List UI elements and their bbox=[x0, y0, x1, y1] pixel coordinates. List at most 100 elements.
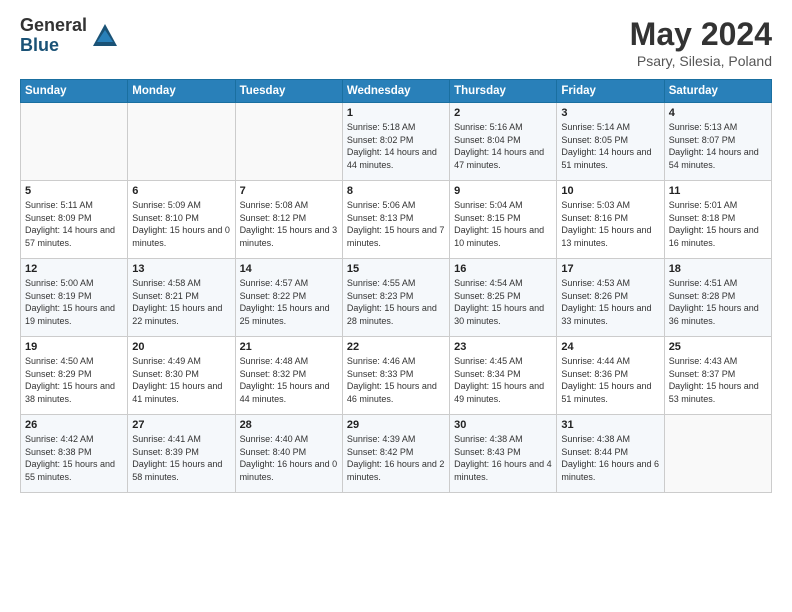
day-info: Sunrise: 4:38 AMSunset: 8:44 PMDaylight:… bbox=[561, 433, 659, 483]
header-monday: Monday bbox=[128, 80, 235, 103]
day-number: 13 bbox=[132, 263, 230, 275]
day-number: 25 bbox=[669, 341, 767, 353]
day-info: Sunrise: 5:08 AMSunset: 8:12 PMDaylight:… bbox=[240, 199, 338, 249]
day-cell: 5Sunrise: 5:11 AMSunset: 8:09 PMDaylight… bbox=[21, 181, 128, 259]
day-number: 24 bbox=[561, 341, 659, 353]
day-info: Sunrise: 5:01 AMSunset: 8:18 PMDaylight:… bbox=[669, 199, 767, 249]
day-number: 16 bbox=[454, 263, 552, 275]
day-info: Sunrise: 4:50 AMSunset: 8:29 PMDaylight:… bbox=[25, 355, 123, 405]
day-cell: 26 Sunrise: 4:42 AMSunset: 8:38 PMDayligh… bbox=[21, 415, 128, 493]
header-wednesday: Wednesday bbox=[342, 80, 449, 103]
day-number: 29 bbox=[347, 419, 445, 431]
day-info: Sunrise: 5:00 AMSunset: 8:19 PMDaylight:… bbox=[25, 277, 123, 327]
day-info: Sunrise: 4:53 AMSunset: 8:26 PMDaylight:… bbox=[561, 277, 659, 327]
day-number: 7 bbox=[240, 185, 338, 197]
day-info: Sunrise: 4:45 AMSunset: 8:34 PMDaylight:… bbox=[454, 355, 552, 405]
day-number: 21 bbox=[240, 341, 338, 353]
day-cell: 22Sunrise: 4:46 AMSunset: 8:33 PMDayligh… bbox=[342, 337, 449, 415]
day-info: Sunrise: 4:38 AMSunset: 8:43 PMDaylight:… bbox=[454, 433, 552, 483]
day-info: Sunrise: 4:55 AMSunset: 8:23 PMDaylight:… bbox=[347, 277, 445, 327]
page-header: General Blue May 2024 Psary, Silesia, Po… bbox=[20, 16, 772, 69]
day-cell: 8 Sunrise: 5:06 AMSunset: 8:13 PMDaylight… bbox=[342, 181, 449, 259]
day-cell: 4Sunrise: 5:13 AMSunset: 8:07 PMDaylight… bbox=[664, 103, 771, 181]
header-tuesday: Tuesday bbox=[235, 80, 342, 103]
day-info: Sunrise: 5:09 AMSunset: 8:10 PMDaylight:… bbox=[132, 199, 230, 249]
header-sunday: Sunday bbox=[21, 80, 128, 103]
day-number: 19 bbox=[25, 341, 123, 353]
day-number: 27 bbox=[132, 419, 230, 431]
day-number: 31 bbox=[561, 419, 659, 431]
day-cell: 1 Sunrise: 5:18 AMSunset: 8:02 PMDaylight… bbox=[342, 103, 449, 181]
day-number: 15 bbox=[347, 263, 445, 275]
day-number: 22 bbox=[347, 341, 445, 353]
day-number: 28 bbox=[240, 419, 338, 431]
day-info: Sunrise: 4:42 AMSunset: 8:38 PMDaylight:… bbox=[25, 433, 123, 483]
day-info: Sunrise: 4:43 AMSunset: 8:37 PMDaylight:… bbox=[669, 355, 767, 405]
day-cell bbox=[128, 103, 235, 181]
day-cell: 7 Sunrise: 5:08 AMSunset: 8:12 PMDaylight… bbox=[235, 181, 342, 259]
day-info: Sunrise: 5:18 AMSunset: 8:02 PMDaylight:… bbox=[347, 121, 445, 171]
day-info: Sunrise: 4:39 AMSunset: 8:42 PMDaylight:… bbox=[347, 433, 445, 483]
day-info: Sunrise: 4:41 AMSunset: 8:39 PMDaylight:… bbox=[132, 433, 230, 483]
day-info: Sunrise: 5:04 AMSunset: 8:15 PMDaylight:… bbox=[454, 199, 552, 249]
day-cell: 3Sunrise: 5:14 AMSunset: 8:05 PMDaylight… bbox=[557, 103, 664, 181]
day-cell: 16 Sunrise: 4:54 AMSunset: 8:25 PMDayligh… bbox=[450, 259, 557, 337]
day-number: 3 bbox=[561, 107, 659, 119]
day-cell: 29 Sunrise: 4:39 AMSunset: 8:42 PMDayligh… bbox=[342, 415, 449, 493]
day-cell: 2 Sunrise: 5:16 AMSunset: 8:04 PMDaylight… bbox=[450, 103, 557, 181]
day-number: 26 bbox=[25, 419, 123, 431]
week-row-4: 19 Sunrise: 4:50 AMSunset: 8:29 PMDayligh… bbox=[21, 337, 772, 415]
title-area: May 2024 Psary, Silesia, Poland bbox=[630, 16, 772, 69]
day-cell: 20 Sunrise: 4:49 AMSunset: 8:30 PMDayligh… bbox=[128, 337, 235, 415]
logo-text: General Blue bbox=[20, 16, 87, 56]
day-cell: 12Sunrise: 5:00 AMSunset: 8:19 PMDayligh… bbox=[21, 259, 128, 337]
main-title: May 2024 bbox=[630, 16, 772, 53]
day-number: 18 bbox=[669, 263, 767, 275]
day-number: 8 bbox=[347, 185, 445, 197]
calendar-page: General Blue May 2024 Psary, Silesia, Po… bbox=[0, 0, 792, 612]
day-info: Sunrise: 5:03 AMSunset: 8:16 PMDaylight:… bbox=[561, 199, 659, 249]
week-row-3: 12Sunrise: 5:00 AMSunset: 8:19 PMDayligh… bbox=[21, 259, 772, 337]
week-row-1: 1 Sunrise: 5:18 AMSunset: 8:02 PMDaylight… bbox=[21, 103, 772, 181]
day-number: 9 bbox=[454, 185, 552, 197]
day-cell: 23Sunrise: 4:45 AMSunset: 8:34 PMDayligh… bbox=[450, 337, 557, 415]
logo: General Blue bbox=[20, 16, 119, 56]
header-saturday: Saturday bbox=[664, 80, 771, 103]
day-cell bbox=[235, 103, 342, 181]
day-cell: 31 Sunrise: 4:38 AMSunset: 8:44 PMDayligh… bbox=[557, 415, 664, 493]
day-cell bbox=[664, 415, 771, 493]
logo-blue: Blue bbox=[20, 36, 87, 56]
day-cell: 9 Sunrise: 5:04 AMSunset: 8:15 PMDaylight… bbox=[450, 181, 557, 259]
day-cell: 15 Sunrise: 4:55 AMSunset: 8:23 PMDayligh… bbox=[342, 259, 449, 337]
day-info: Sunrise: 4:51 AMSunset: 8:28 PMDaylight:… bbox=[669, 277, 767, 327]
day-number: 4 bbox=[669, 107, 767, 119]
day-number: 14 bbox=[240, 263, 338, 275]
day-info: Sunrise: 4:58 AMSunset: 8:21 PMDaylight:… bbox=[132, 277, 230, 327]
day-number: 10 bbox=[561, 185, 659, 197]
logo-icon bbox=[91, 22, 119, 50]
day-info: Sunrise: 5:11 AMSunset: 8:09 PMDaylight:… bbox=[25, 199, 123, 249]
day-info: Sunrise: 4:49 AMSunset: 8:30 PMDaylight:… bbox=[132, 355, 230, 405]
day-info: Sunrise: 4:40 AMSunset: 8:40 PMDaylight:… bbox=[240, 433, 338, 483]
week-row-2: 5Sunrise: 5:11 AMSunset: 8:09 PMDaylight… bbox=[21, 181, 772, 259]
day-cell: 28 Sunrise: 4:40 AMSunset: 8:40 PMDayligh… bbox=[235, 415, 342, 493]
day-number: 2 bbox=[454, 107, 552, 119]
day-number: 30 bbox=[454, 419, 552, 431]
day-info: Sunrise: 4:57 AMSunset: 8:22 PMDaylight:… bbox=[240, 277, 338, 327]
day-number: 20 bbox=[132, 341, 230, 353]
day-cell: 19 Sunrise: 4:50 AMSunset: 8:29 PMDayligh… bbox=[21, 337, 128, 415]
day-number: 6 bbox=[132, 185, 230, 197]
day-cell: 27 Sunrise: 4:41 AMSunset: 8:39 PMDayligh… bbox=[128, 415, 235, 493]
day-cell: 21 Sunrise: 4:48 AMSunset: 8:32 PMDayligh… bbox=[235, 337, 342, 415]
day-cell bbox=[21, 103, 128, 181]
day-number: 11 bbox=[669, 185, 767, 197]
day-number: 1 bbox=[347, 107, 445, 119]
day-info: Sunrise: 5:06 AMSunset: 8:13 PMDaylight:… bbox=[347, 199, 445, 249]
day-info: Sunrise: 4:48 AMSunset: 8:32 PMDaylight:… bbox=[240, 355, 338, 405]
day-info: Sunrise: 4:54 AMSunset: 8:25 PMDaylight:… bbox=[454, 277, 552, 327]
day-cell: 14 Sunrise: 4:57 AMSunset: 8:22 PMDayligh… bbox=[235, 259, 342, 337]
logo-general: General bbox=[20, 16, 87, 36]
day-info: Sunrise: 5:16 AMSunset: 8:04 PMDaylight:… bbox=[454, 121, 552, 171]
week-row-5: 26 Sunrise: 4:42 AMSunset: 8:38 PMDayligh… bbox=[21, 415, 772, 493]
day-cell: 24Sunrise: 4:44 AMSunset: 8:36 PMDayligh… bbox=[557, 337, 664, 415]
